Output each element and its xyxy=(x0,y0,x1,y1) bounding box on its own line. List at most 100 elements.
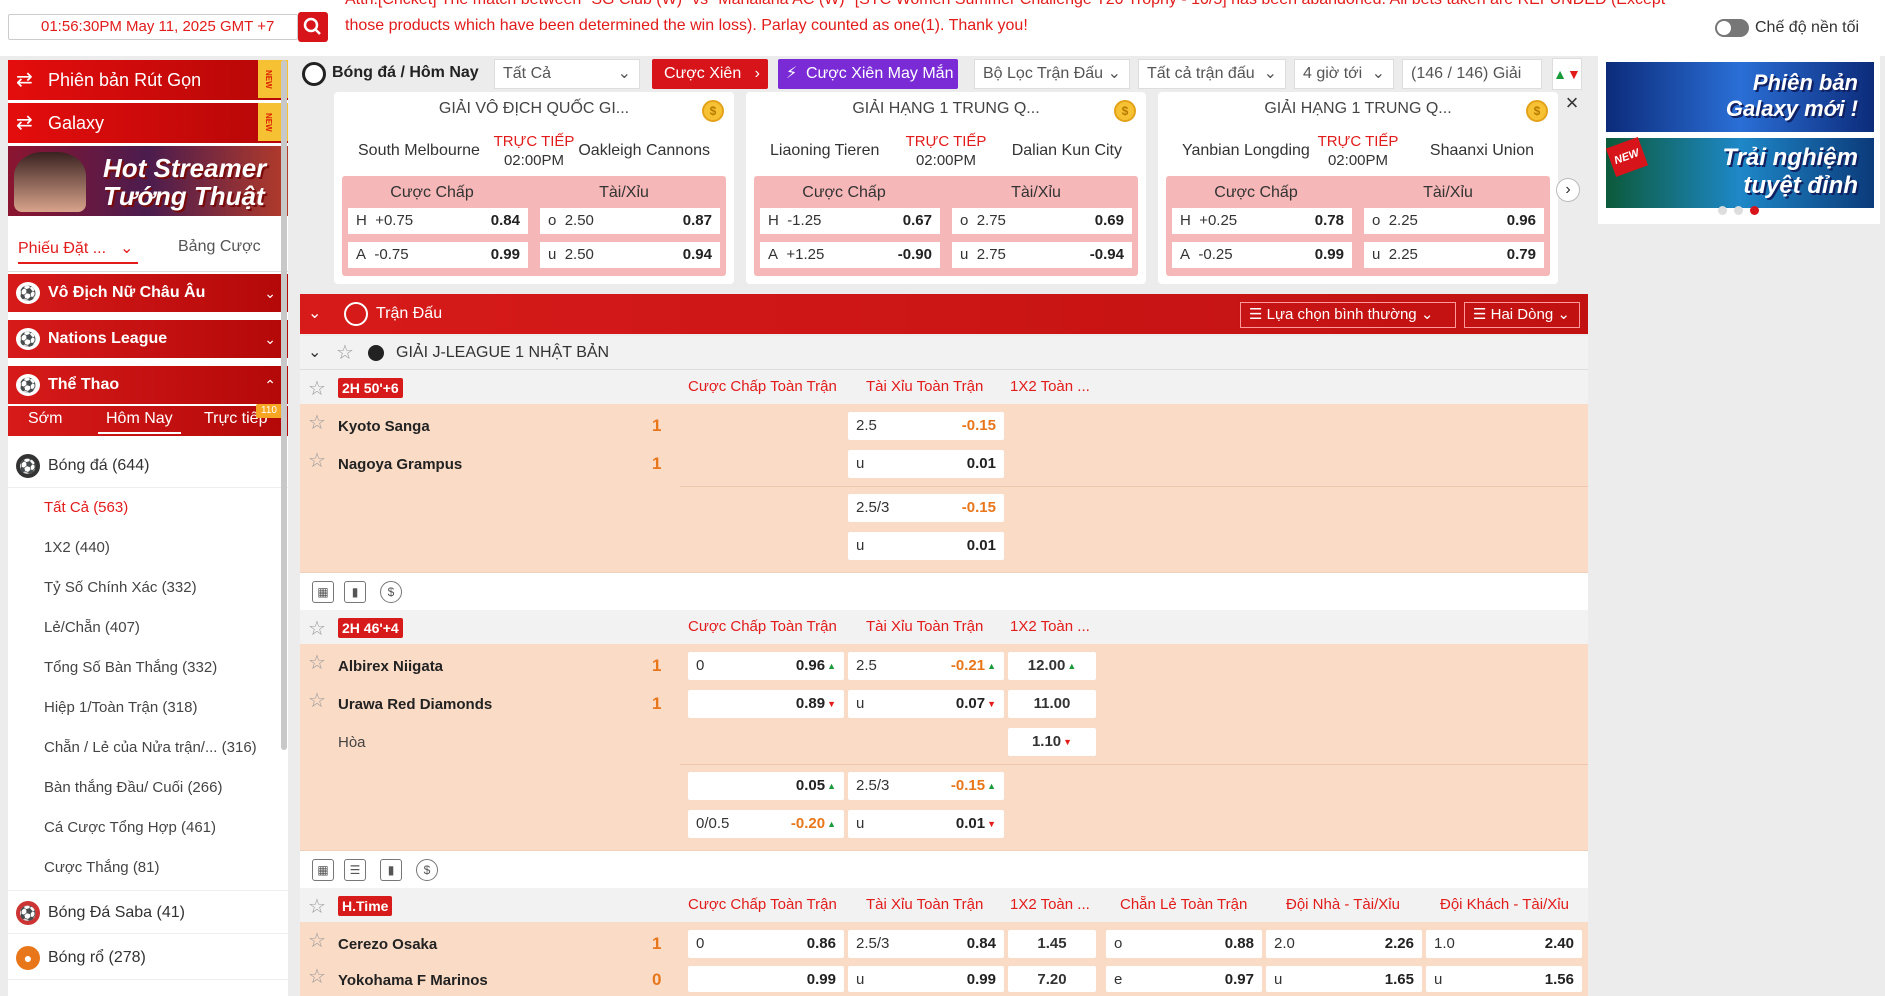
field-icon[interactable]: ▦ xyxy=(312,859,334,881)
odds-cell[interactable]: u 0.01 ▼ xyxy=(848,810,1004,838)
tab-today[interactable]: Hôm Nay xyxy=(98,410,181,434)
sub-item-outright[interactable]: Cược Thắng (81) xyxy=(8,848,288,888)
sub-item-correct-score[interactable]: Tỷ Số Chính Xác (332) xyxy=(8,568,288,608)
odds-cell[interactable]: 2.5 -0.15 xyxy=(848,412,1004,440)
carousel-dot-active[interactable] xyxy=(1750,206,1759,215)
section-sports[interactable]: ⚽ Thể Thao ⌃ xyxy=(8,366,288,404)
odds-cell[interactable]: 2.0 2.26 xyxy=(1266,930,1422,958)
odds-cell[interactable]: 0 0.86 xyxy=(688,930,844,958)
odds-cell[interactable]: 11.00 xyxy=(1008,690,1096,718)
star-icon[interactable]: ☆ xyxy=(308,410,326,435)
sub-item-all[interactable]: Tất Cả (563) xyxy=(8,488,288,528)
odds-cell[interactable]: o 0.88 xyxy=(1106,930,1262,958)
odds-cell[interactable]: 2.5 -0.21 ▲ xyxy=(848,652,1004,680)
odds-cell[interactable]: H -1.25 0.67 xyxy=(760,208,940,234)
league-header[interactable]: ⌄ ☆ GIẢI J-LEAGUE 1 NHẬT BẢN xyxy=(300,336,1588,370)
section-women-euro[interactable]: ⚽ Vô Địch Nữ Châu Âu ⌄ xyxy=(8,274,288,312)
section-nations-league[interactable]: ⚽ Nations League ⌄ xyxy=(8,320,288,358)
sport-soccer[interactable]: ⚽ Bóng đá (644) xyxy=(8,444,288,488)
sub-item-first-last-goal[interactable]: Bàn thắng Đầu/ Cuối (266) xyxy=(8,768,288,808)
star-icon[interactable]: ☆ xyxy=(308,928,326,953)
hot-streamer-banner[interactable]: Hot Streamer Tướng Thuật xyxy=(8,146,288,216)
star-icon[interactable]: ☆ xyxy=(308,376,326,401)
odds-cell[interactable]: 2.5/3 -0.15 xyxy=(848,494,1004,522)
odds-cell[interactable]: u 2.25 0.79 xyxy=(1364,242,1544,268)
odds-cell[interactable]: u 2.50 0.94 xyxy=(540,242,720,268)
star-icon[interactable]: ☆ xyxy=(308,650,326,675)
carousel-dot[interactable] xyxy=(1734,206,1743,215)
odds-cell[interactable]: 2.5/3 0.84 xyxy=(848,930,1004,958)
promo-galaxy[interactable]: ⇄ Galaxy NEW xyxy=(8,103,288,143)
tab-early[interactable]: Sớm xyxy=(28,410,63,434)
odds-cell[interactable]: 1.10 ▼ xyxy=(1008,728,1096,756)
search-button[interactable] xyxy=(298,12,328,42)
star-icon[interactable]: ☆ xyxy=(308,448,326,473)
odds-cell[interactable]: u 1.56 xyxy=(1426,966,1582,992)
odds-cell[interactable]: e 0.97 xyxy=(1106,966,1262,992)
odds-cell[interactable]: 0/0.5 -0.20 ▲ xyxy=(688,810,844,838)
all-matches-select[interactable]: Tất cả trận đấu ⌄ xyxy=(1138,59,1286,89)
star-icon[interactable]: ☆ xyxy=(336,336,354,370)
galaxy-new-banner[interactable]: Phiên bản Galaxy mới ! xyxy=(1606,62,1874,132)
odds-cell[interactable]: 12.00 ▲ xyxy=(1008,652,1096,680)
sidebar-scrollbar[interactable] xyxy=(281,60,287,750)
cashout-icon[interactable]: $ xyxy=(416,859,438,881)
odds-cell[interactable]: o 2.75 0.69 xyxy=(952,208,1132,234)
sub-item-1x2[interactable]: 1X2 (440) xyxy=(8,528,288,568)
star-icon[interactable]: ☆ xyxy=(308,688,326,713)
experience-banner[interactable]: NEW Trải nghiệm tuyệt đỉnh xyxy=(1605,137,1874,208)
odds-cell[interactable]: A -0.75 0.99 xyxy=(348,242,528,268)
odds-cell[interactable]: o 2.50 0.87 xyxy=(540,208,720,234)
odds-cell[interactable]: 0.99 xyxy=(688,966,844,992)
odds-cell[interactable]: o 2.25 0.96 xyxy=(1364,208,1544,234)
odds-cell[interactable]: 0 0.96 ▲ xyxy=(688,652,844,680)
odds-cell[interactable]: 1.45 xyxy=(1008,930,1096,958)
sport-basketball[interactable]: ● Bóng rổ (278) xyxy=(8,936,288,980)
league-count-button[interactable]: (146 / 146) Giải xyxy=(1402,59,1542,89)
odds-cell[interactable]: u 2.75 -0.94 xyxy=(952,242,1132,268)
stats-icon[interactable]: ▮ xyxy=(344,581,366,603)
odds-cell[interactable]: H +0.25 0.78 xyxy=(1172,208,1352,234)
odds-cell[interactable]: 0.89 ▼ xyxy=(688,690,844,718)
toggle-switch-icon[interactable] xyxy=(1715,18,1749,37)
odds-cell[interactable]: A -0.25 0.99 xyxy=(1172,242,1352,268)
match-filter-select[interactable]: Bộ Lọc Trận Đấu ⌄ xyxy=(974,59,1130,89)
odds-cell[interactable]: u 0.01 xyxy=(848,532,1004,560)
row-mode-select[interactable]: ☰ Hai Dòng ⌄ xyxy=(1464,302,1580,328)
stats-icon[interactable]: ▮ xyxy=(380,859,402,881)
display-mode-select[interactable]: ☰ Lựa chọn bình thường ⌄ xyxy=(1240,302,1456,328)
odds-cell[interactable]: u 0.01 xyxy=(848,450,1004,478)
time-window-select[interactable]: 4 giờ tới ⌄ xyxy=(1294,59,1394,89)
odds-cell[interactable]: 2.5/3 -0.15 ▲ xyxy=(848,772,1004,800)
sort-icon[interactable]: ▲▼ xyxy=(1552,58,1582,90)
list-icon[interactable]: ☰ xyxy=(344,859,366,881)
sub-item-ht-ft[interactable]: Hiệp 1/Toàn Trận (318) xyxy=(8,688,288,728)
odds-cell[interactable]: u 0.99 xyxy=(848,966,1004,992)
coin-icon[interactable]: $ xyxy=(1114,100,1136,122)
chevron-down-icon[interactable]: ⌄ xyxy=(308,336,321,370)
field-icon[interactable]: ▦ xyxy=(312,581,334,603)
chevron-down-icon[interactable]: ⌄ xyxy=(308,294,321,334)
sub-item-half-odd-even[interactable]: Chẵn / Lẻ của Nửa trận/... (316) xyxy=(8,728,288,768)
tab-bet-slip[interactable]: Phiếu Đặt ... ⌄ xyxy=(18,238,138,264)
coin-icon[interactable]: $ xyxy=(1526,100,1548,122)
cashout-icon[interactable]: $ xyxy=(380,581,402,603)
sub-item-mix-parlay[interactable]: Cá Cược Tổng Hợp (461) xyxy=(8,808,288,848)
odds-cell[interactable]: 1.0 2.40 xyxy=(1426,930,1582,958)
sub-item-total-goals[interactable]: Tổng Số Bàn Thắng (332) xyxy=(8,648,288,688)
chevron-right-icon[interactable]: › xyxy=(1556,178,1580,202)
odds-cell[interactable]: 0.05 ▲ xyxy=(688,772,844,800)
odds-cell[interactable]: 7.20 xyxy=(1008,966,1096,992)
night-mode-toggle[interactable]: Chế độ nền tối xyxy=(1715,16,1885,40)
odds-cell[interactable]: u 1.65 xyxy=(1266,966,1422,992)
star-icon[interactable]: ☆ xyxy=(308,964,326,989)
parlay-button[interactable]: Cược Xiên › xyxy=(652,59,768,89)
star-icon[interactable]: ☆ xyxy=(308,894,326,919)
odds-cell[interactable]: A +1.25 -0.90 xyxy=(760,242,940,268)
odds-cell[interactable]: u 0.07 ▼ xyxy=(848,690,1004,718)
market-filter-select[interactable]: Tất Cả ⌄ xyxy=(494,59,640,89)
close-icon[interactable]: × xyxy=(1560,92,1584,116)
odds-cell[interactable]: H +0.75 0.84 xyxy=(348,208,528,234)
promo-compact-version[interactable]: ⇄ Phiên bản Rút Gọn NEW xyxy=(8,60,288,100)
star-icon[interactable]: ☆ xyxy=(308,616,326,641)
